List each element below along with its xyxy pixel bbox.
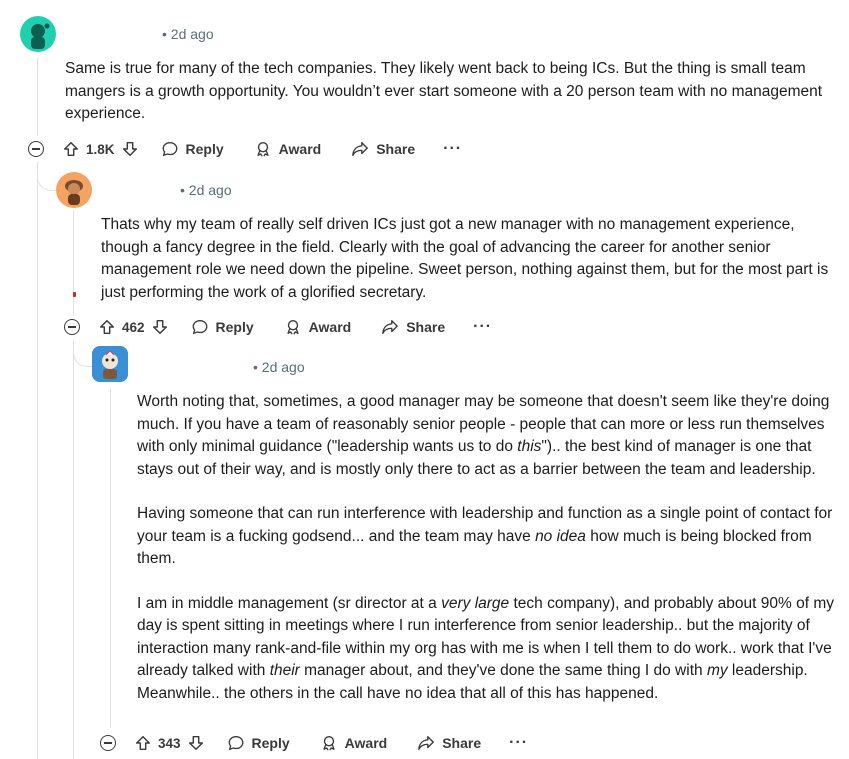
italic-text: their <box>269 662 300 679</box>
text-run: Thats why my team of really self driven … <box>101 216 829 301</box>
award-button[interactable]: Award <box>254 140 322 158</box>
vote-count: 1.8K <box>86 141 115 157</box>
more-options-icon[interactable]: ··· <box>443 141 462 157</box>
vote-count: 343 <box>158 735 181 751</box>
thread-line-2 <box>73 210 74 314</box>
comment-time: 2d ago <box>261 359 305 375</box>
share-arrow-icon <box>418 736 435 750</box>
comment-body: Thats why my team of really self driven … <box>101 214 831 304</box>
share-arrow-icon <box>382 320 399 334</box>
award-label: Award <box>308 319 352 335</box>
speech-bubble-icon <box>228 736 243 751</box>
comment-actions: 1.8K Reply Award Share ··· <box>28 135 462 163</box>
comment-paragraph: Same is true for many of the tech compan… <box>65 58 835 126</box>
comment-paragraph: Worth noting that, sometimes, a good man… <box>137 391 837 481</box>
comment-paragraph: Having someone that can run interference… <box>137 503 837 571</box>
award-button[interactable]: Award <box>284 318 352 336</box>
award-label: Award <box>278 141 322 157</box>
collapse-minus-icon[interactable] <box>64 319 80 335</box>
collapse-minus-icon[interactable] <box>100 735 116 751</box>
italic-text: no idea <box>535 527 586 545</box>
speech-bubble-icon <box>162 142 177 157</box>
comment-actions: 343 Reply Award Share ··· <box>100 729 528 757</box>
share-label: Share <box>442 735 482 751</box>
share-button[interactable]: Share <box>381 318 445 336</box>
award-icon <box>323 736 335 751</box>
vote-count: 462 <box>122 319 145 335</box>
reply-button[interactable]: Reply <box>227 734 290 752</box>
arrow-down-icon[interactable] <box>187 734 205 752</box>
comment-meta: • 2d ago <box>162 26 214 42</box>
reply-label: Reply <box>215 319 254 335</box>
share-button[interactable]: Share <box>417 734 481 752</box>
thread-line-1b <box>37 162 38 759</box>
avatar[interactable] <box>92 346 128 382</box>
comment-actions: 462 Reply Award Share ··· <box>64 313 492 341</box>
comment-meta: • 2d ago <box>180 182 232 198</box>
vote-widget: 462 <box>98 318 169 336</box>
thread-connector-2 <box>37 166 56 191</box>
arrow-down-icon[interactable] <box>121 140 139 158</box>
thread-line-2b <box>73 340 74 759</box>
vote-widget: 343 <box>134 734 205 752</box>
red-marker <box>73 292 76 297</box>
award-icon <box>257 142 269 157</box>
speech-bubble-icon <box>192 320 207 335</box>
award-button[interactable]: Award <box>320 734 388 752</box>
thread-connector-3 <box>73 342 92 367</box>
reply-button[interactable]: Reply <box>161 140 224 158</box>
text-run: manager about, and they've done the same… <box>299 662 707 679</box>
comment-meta: • 2d ago <box>253 359 305 375</box>
italic-text: this <box>517 438 542 455</box>
thread-line-1 <box>37 58 38 136</box>
more-options-icon[interactable]: ··· <box>473 319 492 335</box>
reply-label: Reply <box>185 141 224 157</box>
comment-time: 2d ago <box>170 26 214 42</box>
collapse-minus-icon[interactable] <box>28 141 44 157</box>
italic-text: my <box>706 662 728 679</box>
award-icon <box>287 320 299 335</box>
arrow-down-icon[interactable] <box>151 318 169 336</box>
award-label: Award <box>344 735 388 751</box>
more-options-icon[interactable]: ··· <box>509 735 528 751</box>
arrow-up-icon[interactable] <box>62 140 80 158</box>
thread-line-3 <box>110 388 111 728</box>
text-run: Same is true for many of the tech compan… <box>65 60 823 122</box>
reply-button[interactable]: Reply <box>191 318 254 336</box>
snoo-avatar-icon <box>65 180 83 205</box>
text-run: I am in middle management (sr director a… <box>137 594 442 612</box>
comment-time: 2d ago <box>188 182 232 198</box>
share-label: Share <box>406 319 446 335</box>
comment-paragraph: Thats why my team of really self driven … <box>101 214 831 304</box>
vote-widget: 1.8K <box>62 140 139 158</box>
avatar[interactable] <box>56 172 92 208</box>
avatar[interactable] <box>20 16 56 52</box>
comment-body: Worth noting that, sometimes, a good man… <box>137 391 837 705</box>
share-arrow-icon <box>352 142 369 156</box>
arrow-up-icon[interactable] <box>98 318 116 336</box>
arrow-up-icon[interactable] <box>134 734 152 752</box>
share-button[interactable]: Share <box>351 140 415 158</box>
comment-paragraph: I am in middle management (sr director a… <box>137 593 837 706</box>
italic-text: very large <box>441 594 510 612</box>
snoo-avatar-icon <box>31 23 50 49</box>
snoo-avatar-icon <box>92 346 128 382</box>
reply-label: Reply <box>251 735 290 751</box>
share-label: Share <box>376 141 416 157</box>
comment-body: Same is true for many of the tech compan… <box>65 58 835 126</box>
